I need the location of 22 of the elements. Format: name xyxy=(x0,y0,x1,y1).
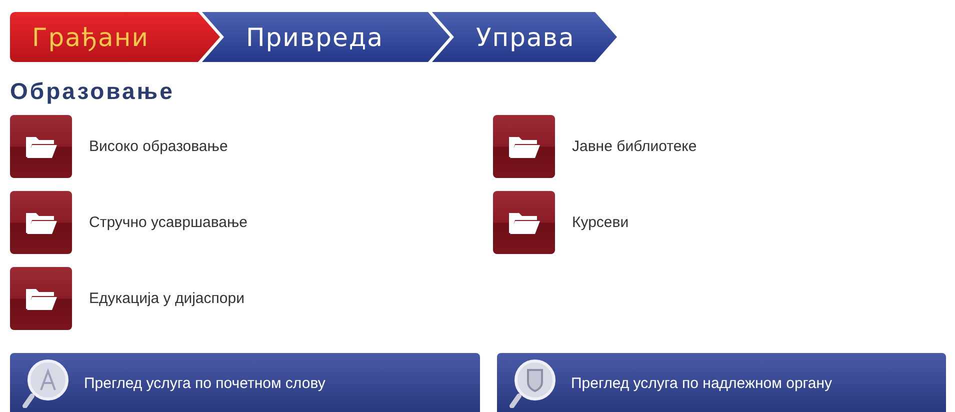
folder-tile[interactable] xyxy=(493,191,555,254)
folder-icon xyxy=(24,286,58,310)
magnifier-icon xyxy=(22,358,70,408)
category-link[interactable]: Курсеви xyxy=(572,214,629,231)
folder-icon xyxy=(507,134,541,158)
folder-tile[interactable] xyxy=(493,115,555,178)
folder-icon xyxy=(507,210,541,234)
folder-tile[interactable] xyxy=(10,191,72,254)
magnifier-icon xyxy=(509,358,557,408)
folder-icon xyxy=(24,134,58,158)
section-heading: Образовање xyxy=(10,78,174,105)
browse-button[interactable]: Преглед услуга по надлежном органу xyxy=(497,353,946,412)
folder-tile[interactable] xyxy=(10,267,72,330)
nav-tab[interactable]: Привреда xyxy=(202,12,450,62)
category-link[interactable]: Стручно усавршавање xyxy=(89,214,248,231)
category-link[interactable]: Високо образовање xyxy=(89,138,228,155)
folder-icon xyxy=(24,210,58,234)
folder-tile[interactable] xyxy=(10,115,72,178)
nav-tab[interactable]: Управа xyxy=(432,12,617,62)
category-link[interactable]: Јавне библиотеке xyxy=(572,138,697,155)
category-link[interactable]: Едукација у дијаспори xyxy=(89,290,244,307)
browse-button[interactable]: Преглед услуга по почетном слову xyxy=(10,353,480,412)
